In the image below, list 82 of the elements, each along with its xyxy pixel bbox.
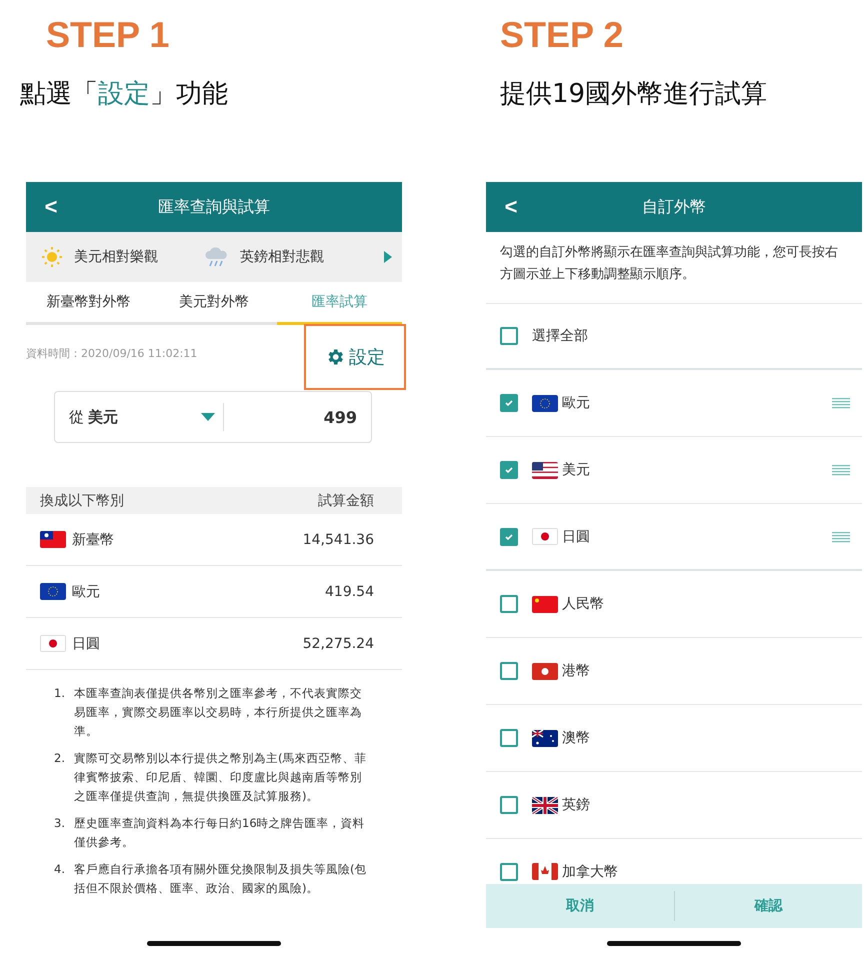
back-button[interactable]: < <box>491 194 531 220</box>
currency-row[interactable]: 澳幣 <box>486 705 862 772</box>
ticker-text: 美元相對樂觀 <box>74 248 158 266</box>
checkbox[interactable] <box>500 528 518 546</box>
checkbox[interactable] <box>500 327 518 345</box>
check-icon <box>504 532 514 542</box>
amount-cell: 14,541.36 <box>302 532 374 548</box>
converter-field[interactable]: 從 美元 499 <box>54 391 372 443</box>
back-button[interactable]: < <box>31 194 71 220</box>
china-flag-icon <box>532 596 558 612</box>
note-number: 2. <box>54 750 66 767</box>
currency-label: 英鎊 <box>562 796 590 814</box>
currency-name: 新臺幣 <box>72 530 114 548</box>
amount-cell: 419.54 <box>325 584 374 600</box>
japan-flag-icon <box>532 528 558 545</box>
currency-row[interactable]: 加拿大幣 <box>486 839 862 884</box>
canada-flag-icon <box>532 863 558 880</box>
amount-value: 499 <box>322 408 357 426</box>
currency-label: 澳幣 <box>562 729 590 747</box>
note-text: 本匯率查詢表僅提供各幣別之匯率參考，不代表實際交易匯率，實際交易匯率以交易時，本行所提供之匯率為準。 <box>74 685 363 740</box>
note-number: 4. <box>54 861 66 878</box>
step-subtitle: 點選「設定」功能 <box>20 78 229 111</box>
eu-flag-icon <box>40 583 66 600</box>
note-number: 1. <box>54 685 66 702</box>
taiwan-flag-icon <box>40 531 66 548</box>
note-text: 歷史匯率查詢資料為本行每日約16時之牌告匯率，資料僅供參考。 <box>74 815 366 851</box>
step-label: STEP 1 <box>46 14 170 57</box>
screen-title: 匯率查詢與試算 <box>157 196 271 218</box>
play-arrow-icon[interactable] <box>384 251 392 263</box>
sun-icon <box>40 245 64 269</box>
drag-handle-icon[interactable] <box>832 530 850 542</box>
currency-row[interactable]: 美元 <box>486 437 862 504</box>
japan-flag-icon <box>40 635 66 652</box>
uk-flag-icon <box>532 796 558 814</box>
amount-cell: 52,275.24 <box>302 636 374 652</box>
currency-label: 美元 <box>562 461 590 479</box>
settings-button[interactable]: 設定 <box>304 324 406 390</box>
step-label: STEP 2 <box>500 14 624 57</box>
note-text: 客戶應自行承擔各項有關外匯兌換限制及損失等風險(包括但不限於價格、匯率、政治、國家的風險)。 <box>74 861 368 897</box>
checkbox[interactable] <box>500 662 518 680</box>
currency-row[interactable]: 日圓 <box>486 504 862 571</box>
select-all-label: 選擇全部 <box>532 327 588 345</box>
checkbox[interactable] <box>500 461 518 479</box>
data-time-text: 資料時間：2020/09/16 11:02:11 <box>26 346 198 360</box>
currency-label: 港幣 <box>562 662 590 680</box>
eu-flag-icon <box>532 394 558 412</box>
hong-kong-flag-icon <box>532 662 558 680</box>
currency-label: 日圓 <box>562 528 590 546</box>
description-text: 勾選的自訂外幣將顯示在匯率查詢與試算功能，您可長按右方圖示並上下移動調整顯示順序。 <box>486 232 862 304</box>
step-subtitle: 提供19國外幣進行試算 <box>500 78 768 111</box>
currency-row[interactable]: 英鎊 <box>486 772 862 839</box>
us-flag-icon <box>532 462 558 478</box>
drag-handle-icon[interactable] <box>832 464 850 476</box>
australia-flag-icon <box>532 730 558 746</box>
currency-label: 歐元 <box>562 394 590 412</box>
screen-title: 自訂外幣 <box>641 196 707 218</box>
checkbox[interactable] <box>500 595 518 613</box>
currency-label: 人民幣 <box>562 595 604 613</box>
check-icon <box>504 398 514 408</box>
select-all-row[interactable]: 選擇全部 <box>486 304 862 370</box>
checkbox[interactable] <box>500 729 518 747</box>
currency-row[interactable]: 人民幣 <box>486 571 862 638</box>
check-icon <box>504 465 514 475</box>
currency-dropdown[interactable]: 從 美元 <box>69 403 224 431</box>
currency-row[interactable]: 港幣 <box>486 638 862 705</box>
column-header: 換成以下幣別 <box>40 492 124 510</box>
tab[interactable]: 新臺幣對外幣 <box>26 282 152 325</box>
drag-handle-icon[interactable] <box>832 397 850 409</box>
note-number: 3. <box>54 815 66 832</box>
checkbox[interactable] <box>500 394 518 412</box>
currency-label: 加拿大幣 <box>562 863 618 881</box>
note-text: 實際可交易幣別以本行提供之幣別為主(馬來西亞幣、菲律賓幣披索、印尼盾、韓圜、印度盧比與越南盾等幣別之匯率僅提供查詢，無提供換匯及試算服務)。 <box>74 750 368 805</box>
column-header: 試算金額 <box>318 492 374 510</box>
checkbox[interactable] <box>500 796 518 814</box>
tab[interactable]: 美元對外幣 <box>151 282 277 325</box>
caret-down-icon <box>201 413 215 421</box>
currency-name: 日圓 <box>72 634 100 652</box>
rain-cloud-icon <box>204 246 230 268</box>
currency-name: 歐元 <box>72 582 100 600</box>
currency-row[interactable]: 歐元 <box>486 370 862 437</box>
ticker-text: 英鎊相對悲觀 <box>240 248 324 266</box>
checkbox[interactable] <box>500 863 518 881</box>
